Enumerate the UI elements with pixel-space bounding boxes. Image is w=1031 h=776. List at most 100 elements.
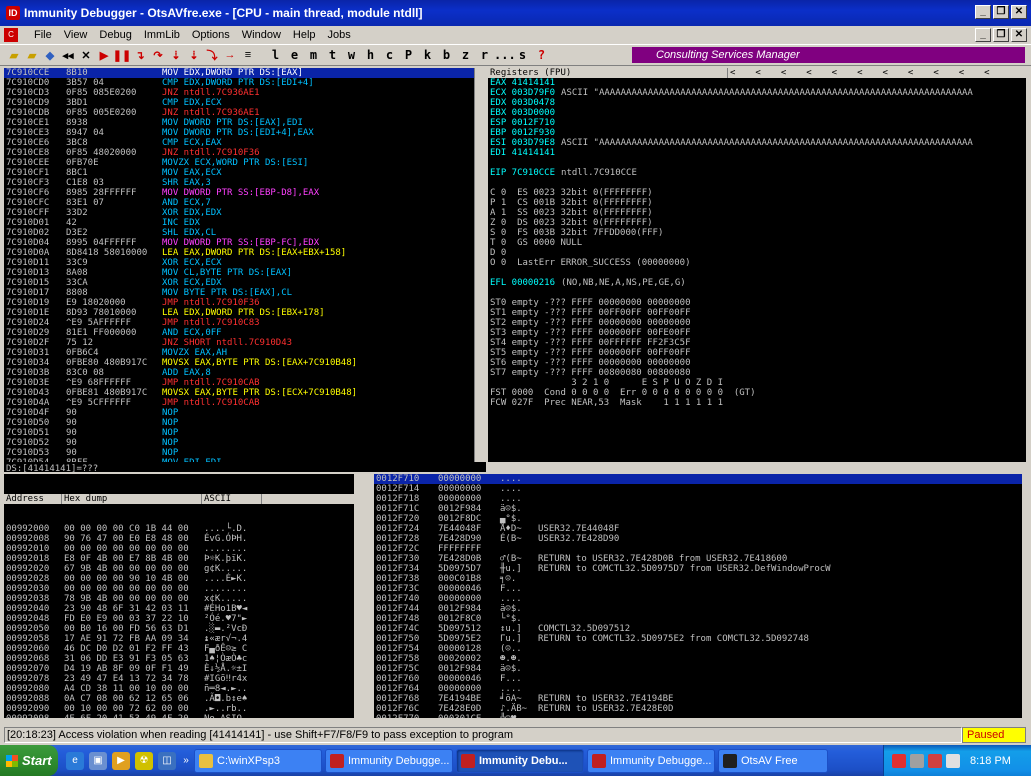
disasm-row[interactable]: 7C910D52 90 NOP	[4, 438, 474, 448]
register-line[interactable]: FST 0000 Cond 0 0 0 0 Err 0 0 0 0 0 0 0 …	[488, 388, 1026, 398]
disasm-row[interactable]: 7C910D53 90 NOP	[4, 448, 474, 458]
stack-row[interactable]: 0012F74C 5D097512 ↕u.] COMCTL32.5D097512	[374, 624, 1022, 634]
stack-row[interactable]: 0012F728 7E428D90 É(B~ USER32.7E428D90	[374, 534, 1022, 544]
disasm-row[interactable]: 7C910D19 E9 18020000 JMP ntdll.7C910F36	[4, 298, 474, 308]
stack-row[interactable]: 0012F734 5D0975D7 ╫u.] RETURN to COMCTL32.5…	[374, 564, 1022, 574]
stack-row[interactable]: 0012F760 00000046 F...	[374, 674, 1022, 684]
register-line[interactable]	[488, 268, 1026, 278]
disasm-row[interactable]: 7C910D4F 90 NOP	[4, 408, 474, 418]
register-line[interactable]: ST2 empty -??? FFFF 00000000 00000000	[488, 318, 1026, 328]
register-line[interactable]: A 1 SS 0023 32bit 0(FFFFFFFF)	[488, 208, 1026, 218]
step-into-icon[interactable]: ↴	[132, 47, 148, 63]
restore-button[interactable]: ❐	[993, 5, 1009, 19]
dump-pane[interactable]: Address Hex dump ASCII 00992000 00 00 00 …	[4, 474, 354, 718]
stack-row[interactable]: 0012F76C 7E428E0D ♪.ÄB~ RETURN to USER32.7E…	[374, 704, 1022, 714]
register-line[interactable]: Z 0 DS 0023 32bit 0(FFFFFFFF)	[488, 218, 1026, 228]
disasm-row[interactable]: 7C910CE8 0F85 48020000 JNZ ntdll.7C910F36	[4, 148, 474, 158]
register-line[interactable]: ST5 empty -??? FFFF 000000FF 00FF00FF	[488, 348, 1026, 358]
disassembly-pane[interactable]: 7C910CCE 8B10 MOV EDX,DWORD PTR DS:[EAX] 7C…	[4, 68, 474, 462]
disasm-row[interactable]: 7C910D51 90 NOP	[4, 428, 474, 438]
step-over-icon[interactable]: ↷	[150, 47, 166, 63]
stack-row[interactable]: 0012F740 00000000....	[374, 594, 1022, 604]
disasm-row[interactable]: 7C910CF6 8985 28FFFFFF MOV DWORD PTR SS:[E…	[4, 188, 474, 198]
register-line[interactable]: EIP 7C910CCE ntdll.7C910CCE	[488, 168, 1026, 178]
mdi-minimize-button[interactable]: _	[975, 28, 991, 42]
close-button[interactable]: ✕	[1011, 5, 1027, 19]
dump-row[interactable]: 00992020 67 9B 4B 00 00 00 00 00 g¢K.....	[4, 564, 354, 574]
register-line[interactable]: ESI 003D79E8 ASCII "AAAAAAAAAAAAAAAAAAAAA…	[488, 138, 1026, 148]
disasm-row[interactable]: 7C910CD0 3B57 04 CMP EDX,DWORD PTR DS:[EDI…	[4, 78, 474, 88]
toolbar-callstack-button[interactable]: k	[418, 47, 437, 63]
stack-row[interactable]: 0012F710 00000000....	[374, 474, 1022, 484]
disasm-row[interactable]: 7C910CF1 8BC1 MOV EAX,ECX	[4, 168, 474, 178]
register-line[interactable]: 3 2 1 0 E S P U O Z D I	[488, 378, 1026, 388]
dump-row[interactable]: 00992028 00 00 00 00 90 10 4B 00 ....É►K.	[4, 574, 354, 584]
dump-row[interactable]: 00992038 78 9B 4B 00 00 00 00 00 x¢K.....	[4, 594, 354, 604]
register-line[interactable]: EDI 41414141	[488, 148, 1026, 158]
go-to-icon[interactable]: →	[222, 47, 238, 63]
stack-row[interactable]: 0012F724 7E44048F Å♦D~ USER32.7E44048F	[374, 524, 1022, 534]
disasm-row[interactable]: 7C910D2F 75 12 JNZ SHORT ntdll.7C910D43	[4, 338, 474, 348]
dump-scrollbar[interactable]	[354, 474, 370, 718]
menu-debug[interactable]: Debug	[93, 29, 137, 41]
dump-col-address[interactable]: Address	[4, 494, 62, 504]
toolbar-handles-button[interactable]: h	[361, 47, 380, 63]
register-line[interactable]: ESP 0012F710	[488, 118, 1026, 128]
task-immunity-1[interactable]: Immunity Debugge...	[325, 748, 453, 773]
disasm-row[interactable]: 7C910D1E 8D93 78010000 LEA EDX,DWORD PTR D…	[4, 308, 474, 318]
tray-pdf-icon[interactable]	[892, 753, 906, 768]
register-line[interactable]: EFL 00000216 (NO,NB,NE,A,NS,PE,GE,G)	[488, 278, 1026, 288]
close-process-icon[interactable]: ✕	[78, 47, 94, 63]
toolbar-source-button[interactable]: s	[513, 47, 532, 63]
dump-row[interactable]: 00992018 E8 0F 4B 00 E7 8B 4B 00 Þ☼K.þïK.	[4, 554, 354, 564]
toolbar-windows-button[interactable]: w	[342, 47, 361, 63]
stack-row[interactable]: 0012F764 00000000....	[374, 684, 1022, 694]
disasm-row[interactable]: 7C910D24 ^E9 5AFFFFFF JMP ntdll.7C910C83	[4, 318, 474, 328]
register-line[interactable]: ST6 empty -??? FFFF 00000000 00000000	[488, 358, 1026, 368]
tray-security-icon[interactable]	[928, 753, 942, 768]
disasm-row[interactable]: 7C910D50 90 NOP	[4, 418, 474, 428]
task-immunity-3[interactable]: Immunity Debugge...	[587, 748, 715, 773]
dump-col-ascii[interactable]: ASCII	[202, 494, 262, 504]
python-icon[interactable]: ◆	[42, 47, 58, 63]
registers-pane[interactable]: Registers (FPU) <<<<<<<<<<< EAX 41414141…	[488, 68, 1026, 462]
ie-icon[interactable]: e	[66, 751, 84, 770]
register-line[interactable]: ST7 empty -??? FFFF 00800080 00800080	[488, 368, 1026, 378]
dump-row[interactable]: 00992050 00 B0 16 00 FD 56 63 D1 .░▬.²VcÐ	[4, 624, 354, 634]
disasm-row[interactable]: 7C910CDB 0F85 005E0200 JNZ ntdll.7C936AE1	[4, 108, 474, 118]
stack-row[interactable]: 0012F73C 00000046 F...	[374, 584, 1022, 594]
register-line[interactable]: EAX 41414141	[488, 78, 1026, 88]
dump-row[interactable]: 00992048 FD E0 E9 00 03 37 22 10 ²Óé.♥7"►	[4, 614, 354, 624]
consulting-services-banner[interactable]: Consulting Services Manager	[632, 47, 1025, 63]
disasm-row[interactable]: 7C910CCE 8B10 MOV EDX,DWORD PTR DS:[EAX]	[4, 68, 474, 78]
disasm-row[interactable]: 7C910CD9 3BD1 CMP EDX,ECX	[4, 98, 474, 108]
register-line[interactable]	[488, 288, 1026, 298]
toolbar-references-button[interactable]: r	[475, 47, 494, 63]
dump-row[interactable]: 00992060 46 DC D0 D2 01 F2 FF 43 F▄ðÊ☺≥ C	[4, 644, 354, 654]
quicklaunch-arrow-icon[interactable]: »	[181, 752, 191, 770]
register-line[interactable]	[488, 178, 1026, 188]
disasm-row[interactable]: 7C910CFC 83E1 07 AND ECX,7	[4, 198, 474, 208]
register-line[interactable]: O 0 LastErr ERROR_SUCCESS (00000000)	[488, 258, 1026, 268]
stack-row[interactable]: 0012F738 000C01B8 ╕☺.	[374, 574, 1022, 584]
disasm-row[interactable]: 7C910D43 0FBE81 480B917C MOVSX EAX,BYTE PT…	[4, 388, 474, 398]
stack-row[interactable]: 0012F72C FFFFFFFF	[374, 544, 1022, 554]
stack-row[interactable]: 0012F718 00000000....	[374, 494, 1022, 504]
start-button[interactable]: Start	[0, 745, 58, 776]
stack-row[interactable]: 0012F770000301CE╬☺♥.	[374, 714, 1022, 718]
stack-row[interactable]: 0012F730 7E428D0B ♂(B~ RETURN to USER32.7E4…	[374, 554, 1022, 564]
stack-row[interactable]: 0012F750 5D0975E2 Γu.] RETURN to COMCTL32.5…	[374, 634, 1022, 644]
app-icon[interactable]: ID	[6, 6, 20, 20]
disasm-row[interactable]: 7C910CE3 8947 04 MOV DWORD PTR DS:[EDI+4],…	[4, 128, 474, 138]
disasm-row[interactable]: 7C910CD3 0F85 085E0200 JNZ ntdll.7C936AE1	[4, 88, 474, 98]
register-line[interactable]: P 1 CS 001B 32bit 0(FFFFFFFF)	[488, 198, 1026, 208]
stack-row[interactable]: 0012F748 0012F8C0 └°$.	[374, 614, 1022, 624]
register-line[interactable]: EBX 003D0000	[488, 108, 1026, 118]
stack-pane[interactable]: 0012F710 00000000.... 0012F714 00000000....…	[374, 474, 1022, 718]
refresh-icon[interactable]: ▰	[24, 47, 40, 63]
dump-row[interactable]: 00992010 00 00 00 00 00 00 00 00........	[4, 544, 354, 554]
disasm-row[interactable]: 7C910D04 8995 04FFFFFF MOV DWORD PTR SS:[E…	[4, 238, 474, 248]
task-immunity-2[interactable]: Immunity Debu...	[456, 748, 584, 773]
disasm-row[interactable]: 7C910D01 42 INC EDX	[4, 218, 474, 228]
mdi-close-button[interactable]: ✕	[1011, 28, 1027, 42]
